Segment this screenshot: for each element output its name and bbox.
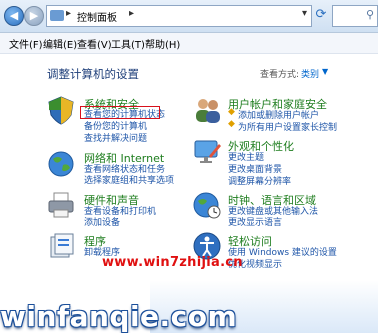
breadcrumb-separator-icon[interactable]: ▸ [129,8,134,19]
link-add-device[interactable]: 添加设备 [84,215,120,228]
printer-icon[interactable] [46,190,76,220]
watermark-site-url: www.win7zhijia.cn [102,255,243,270]
chevron-down-icon[interactable]: ▼ [322,67,328,76]
control-panel-icon [50,10,64,21]
menu-view[interactable]: 查看(V) [77,36,112,51]
menu-edit[interactable]: 编辑(E) [43,36,77,51]
link-screen-resolution[interactable]: 调整屏幕分辨率 [228,174,291,187]
clock-globe-icon[interactable] [192,190,222,220]
watermark-brand: winfanqie.com [0,300,238,333]
system-security-icon[interactable] [46,95,76,125]
link-change-display-language[interactable]: 更改显示语言 [228,215,282,228]
back-arrow-icon[interactable]: ◀ [4,6,24,26]
view-by-label: 查看方式: [260,70,300,80]
appearance-icon[interactable] [192,136,222,166]
menu-file[interactable]: 文件(F) [9,36,43,51]
highlight-box [80,106,160,119]
view-by-dropdown[interactable]: 类别 [301,67,319,80]
page-title: 调整计算机的设置 [47,67,139,81]
menu-tools[interactable]: 工具(T) [111,36,145,51]
breadcrumb-separator-icon[interactable]: ▸ [66,8,71,19]
user-accounts-icon[interactable] [192,95,222,125]
breadcrumb-control-panel[interactable]: 控制面板 [77,9,117,24]
forward-arrow-icon[interactable]: ▶ [24,6,44,26]
programs-icon[interactable] [46,231,76,261]
link-parental-controls[interactable]: 为所有用户设置家长控制 [238,120,337,133]
link-find-fix-problems[interactable]: 查找并解决问题 [84,131,147,144]
search-input[interactable]: ⚲ [332,5,378,27]
address-field[interactable]: ▸ 控制面板 ▸ ▾ [46,5,312,27]
network-globe-icon[interactable] [46,149,76,179]
uac-shield-icon: ◆ [228,107,235,117]
link-homegroup-sharing[interactable]: 选择家庭组和共享选项 [84,173,174,186]
menu-help[interactable]: 帮助(H) [145,36,180,51]
menu-bar: 文件(F) 编辑(E) 查看(V) 工具(T) 帮助(H) [0,33,378,54]
search-icon: ⚲ [365,8,374,21]
chevron-down-icon[interactable]: ▾ [302,8,307,19]
refresh-icon[interactable]: ⟳ [312,6,330,24]
uac-shield-icon: ◆ [228,119,235,129]
address-bar: ◀ ▶ ▸ 控制面板 ▸ ▾ ⟳ ⚲ [0,0,378,33]
